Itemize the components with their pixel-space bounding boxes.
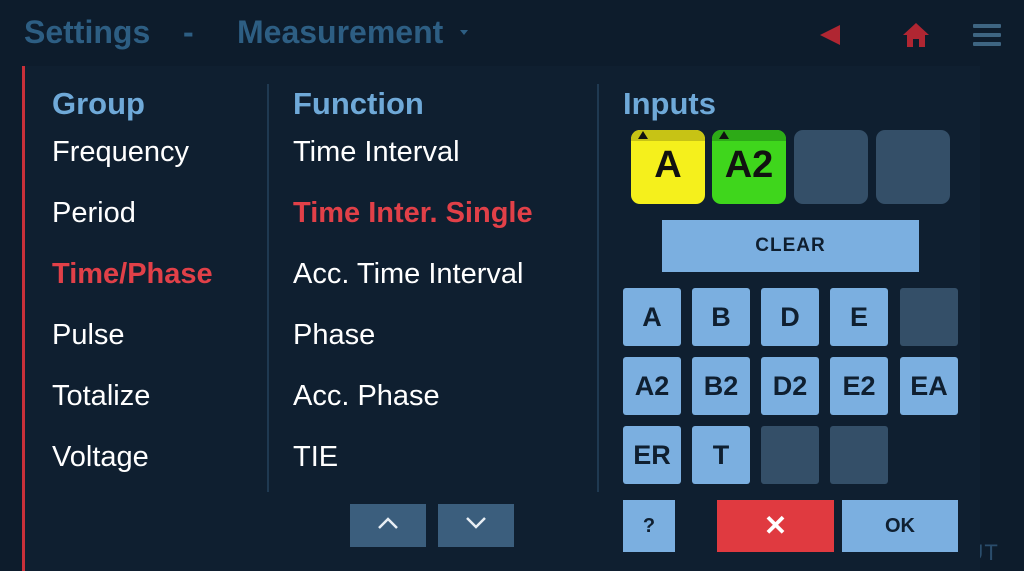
cancel-button[interactable]: ✕ <box>717 500 834 552</box>
input-button-a[interactable]: A <box>623 288 681 346</box>
input-button-b2[interactable]: B2 <box>692 357 750 415</box>
function-item-acc-time-interval[interactable]: Acc. Time Interval <box>293 254 533 315</box>
function-item-phase[interactable]: Phase <box>293 315 533 376</box>
group-item-period[interactable]: Period <box>52 193 213 254</box>
clear-button[interactable]: CLEAR <box>662 220 919 272</box>
scroll-up-button[interactable] <box>350 504 426 547</box>
selected-input-slot-1[interactable]: A <box>631 130 705 204</box>
top-bar: Settings - Measurement <box>0 0 1024 66</box>
group-item-frequency[interactable]: Frequency <box>52 132 213 193</box>
input-button-d[interactable]: D <box>761 288 819 346</box>
input-button-empty <box>900 288 958 346</box>
menu-icon[interactable] <box>973 24 1001 46</box>
home-icon[interactable] <box>902 22 930 48</box>
slot-label: A2 <box>724 144 774 186</box>
function-item-acc-phase[interactable]: Acc. Phase <box>293 376 533 437</box>
help-button[interactable]: ? <box>623 500 675 552</box>
group-item-pulse[interactable]: Pulse <box>52 315 213 376</box>
input-button-d2[interactable]: D2 <box>761 357 819 415</box>
column-divider <box>597 84 599 492</box>
group-item-voltage[interactable]: Voltage <box>52 437 213 498</box>
input-button-e[interactable]: E <box>830 288 888 346</box>
back-icon[interactable] <box>820 25 840 45</box>
inputs-heading: Inputs <box>623 86 716 121</box>
selected-input-slot-2[interactable]: A2 <box>712 130 786 204</box>
group-heading: Group <box>52 86 145 121</box>
function-item-time-interval[interactable]: Time Interval <box>293 132 533 193</box>
triangle-marker-icon <box>719 131 729 139</box>
ok-button[interactable]: OK <box>842 500 958 552</box>
function-heading: Function <box>293 86 424 121</box>
function-list: Time Interval Time Inter. Single Acc. Ti… <box>293 132 533 498</box>
slot-label: A <box>654 144 682 186</box>
section-dropdown[interactable]: Measurement <box>237 14 443 51</box>
chevron-down-icon <box>466 517 486 529</box>
column-divider <box>267 84 269 492</box>
measurement-dialog: Group Function Inputs Frequency Period T… <box>22 66 980 571</box>
group-item-time-phase[interactable]: Time/Phase <box>52 254 213 315</box>
page-title[interactable]: Settings <box>24 14 150 51</box>
group-item-totalize[interactable]: Totalize <box>52 376 213 437</box>
title-separator: - <box>183 14 194 50</box>
group-list: Frequency Period Time/Phase Pulse Totali… <box>52 132 213 498</box>
chevron-down-icon[interactable] <box>460 30 468 35</box>
input-button-b[interactable]: B <box>692 288 750 346</box>
input-button-empty <box>761 426 819 484</box>
function-item-tie[interactable]: TIE <box>293 437 533 498</box>
close-icon: ✕ <box>763 510 788 541</box>
chevron-up-icon <box>378 517 398 529</box>
input-button-empty <box>830 426 888 484</box>
input-button-t[interactable]: T <box>692 426 750 484</box>
function-item-time-inter-single[interactable]: Time Inter. Single <box>293 193 533 254</box>
selected-input-slot-3[interactable] <box>794 130 868 204</box>
input-button-a2[interactable]: A2 <box>623 357 681 415</box>
input-button-er[interactable]: ER <box>623 426 681 484</box>
selected-input-slot-4[interactable] <box>876 130 950 204</box>
triangle-marker-icon <box>638 131 648 139</box>
input-button-e2[interactable]: E2 <box>830 357 888 415</box>
background-strip <box>0 66 24 571</box>
scroll-down-button[interactable] <box>438 504 514 547</box>
input-button-ea[interactable]: EA <box>900 357 958 415</box>
